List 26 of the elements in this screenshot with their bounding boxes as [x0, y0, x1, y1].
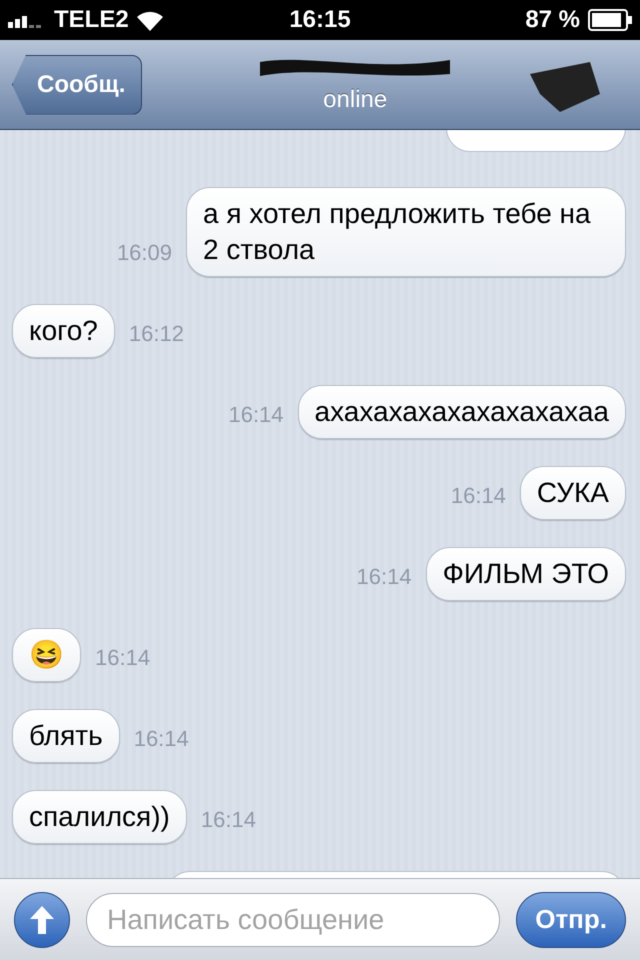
message-time: 16:14 — [134, 725, 189, 753]
message-bubble: спалился)) — [12, 790, 187, 844]
message-bubble: кого? — [12, 304, 115, 358]
battery-icon — [588, 9, 632, 31]
message-time: 16:14 — [95, 644, 150, 672]
upload-arrow-icon — [30, 906, 54, 934]
message-bubble: ФИЛЬМ ЭТО — [426, 547, 626, 601]
message-input[interactable]: Написать сообщение — [86, 892, 500, 946]
message-bubble: СУКА — [520, 466, 626, 520]
message-bubble: 😆 — [12, 628, 81, 682]
back-button[interactable]: Сообщ. — [12, 54, 142, 114]
message-bubble: блять — [12, 709, 120, 763]
clock: 16:15 — [289, 5, 351, 35]
send-button[interactable]: Отпр. — [516, 892, 626, 948]
message-time: 16:09 — [116, 239, 172, 267]
wifi-icon — [134, 9, 165, 31]
contact-status: online — [323, 84, 388, 114]
message-bubble: а я хотел предложить тебе на 2 ствола — [186, 187, 626, 277]
message-time: 16:14 — [356, 563, 412, 591]
message-time: 16:14 — [228, 401, 284, 429]
carrier-name: TELE2 — [54, 5, 129, 35]
battery-percent: 87 % — [525, 5, 580, 35]
message-time: 16:12 — [128, 320, 184, 348]
message-time: 16:14 — [200, 806, 256, 834]
message-bubble: ахахахахахахахахахаа — [298, 385, 626, 439]
message-time: 16:14 — [450, 482, 506, 510]
